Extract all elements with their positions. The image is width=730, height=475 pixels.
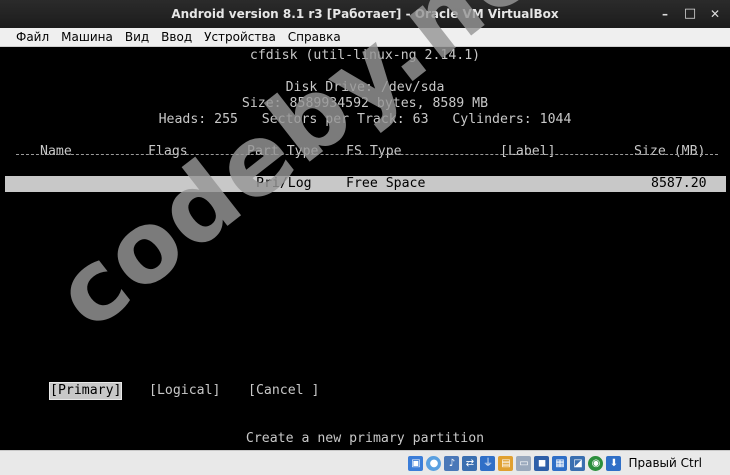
shared-folders-icon[interactable]: ▤ xyxy=(498,455,514,471)
disk-size: Size: 8589934592 bytes, 8589 MB xyxy=(241,96,489,111)
row-part-type: Pri/Log xyxy=(256,176,312,191)
mouse-integration-icon[interactable]: ◪ xyxy=(570,455,586,471)
maximize-button[interactable]: □ xyxy=(681,5,699,23)
window-titlebar: Android version 8.1 r3 [Работает] - Orac… xyxy=(0,0,730,28)
keyboard-capture-icon[interactable]: ⬇ xyxy=(606,455,622,471)
option-logical[interactable]: [Logical] xyxy=(149,383,220,399)
display-icon[interactable]: ▭ xyxy=(516,455,532,471)
col-fs-type: FS Type xyxy=(346,144,402,159)
col-name: Name xyxy=(40,144,72,159)
col-label: [Label] xyxy=(500,144,556,159)
clipboard-icon[interactable]: ▦ xyxy=(552,455,568,471)
optical-drive-icon[interactable]: ● xyxy=(426,455,442,471)
menu-file[interactable]: Файл xyxy=(10,28,55,47)
menu-view[interactable]: Вид xyxy=(119,28,155,47)
host-key-label: Правый Ctrl xyxy=(628,456,702,470)
header-divider xyxy=(16,154,718,155)
menu-machine[interactable]: Машина xyxy=(55,28,119,47)
option-primary[interactable]: [Primary] xyxy=(48,382,123,400)
audio-icon[interactable]: ♪ xyxy=(444,455,460,471)
col-size: Size (MB) xyxy=(634,144,706,159)
menu-devices[interactable]: Устройства xyxy=(198,28,282,47)
partition-row[interactable]: Pri/Log Free Space 8587.20 xyxy=(5,176,726,192)
minimize-button[interactable]: – xyxy=(656,5,674,23)
close-button[interactable]: ✕ xyxy=(706,5,724,23)
usb-icon[interactable]: ⏚ xyxy=(480,455,496,471)
help-text: Create a new primary partition xyxy=(245,431,485,446)
disk-drive: Disk Drive: /dev/sda xyxy=(285,80,445,95)
disk-geometry: Heads: 255 Sectors per Track: 63 Cylinde… xyxy=(158,112,572,127)
network-icon[interactable]: ⇄ xyxy=(462,455,478,471)
option-cancel[interactable]: [Cancel ] xyxy=(248,383,319,399)
vm-screen[interactable]: cfdisk (util-linux-ng 2.14.1) Disk Drive… xyxy=(0,47,730,450)
menu-help[interactable]: Справка xyxy=(282,28,347,47)
virtualization-icon[interactable]: ◉ xyxy=(588,455,604,471)
window-controls: – □ ✕ xyxy=(656,5,724,23)
menubar: Файл Машина Вид Ввод Устройства Справка xyxy=(0,28,730,47)
row-size: 8587.20 xyxy=(651,176,707,191)
row-fs-type: Free Space xyxy=(346,176,426,191)
col-flags: Flags xyxy=(148,144,188,159)
col-part-type: Part Type xyxy=(247,144,319,159)
statusbar: ▣ ● ♪ ⇄ ⏚ ▤ ▭ ◼ ▦ ◪ ◉ ⬇ Правый Ctrl xyxy=(0,450,730,475)
window-title: Android version 8.1 r3 [Работает] - Orac… xyxy=(171,7,559,21)
cfdisk-version: cfdisk (util-linux-ng 2.14.1) xyxy=(249,48,481,63)
hdd-icon[interactable]: ▣ xyxy=(408,455,424,471)
video-capture-icon[interactable]: ◼ xyxy=(534,455,550,471)
menu-input[interactable]: Ввод xyxy=(155,28,198,47)
